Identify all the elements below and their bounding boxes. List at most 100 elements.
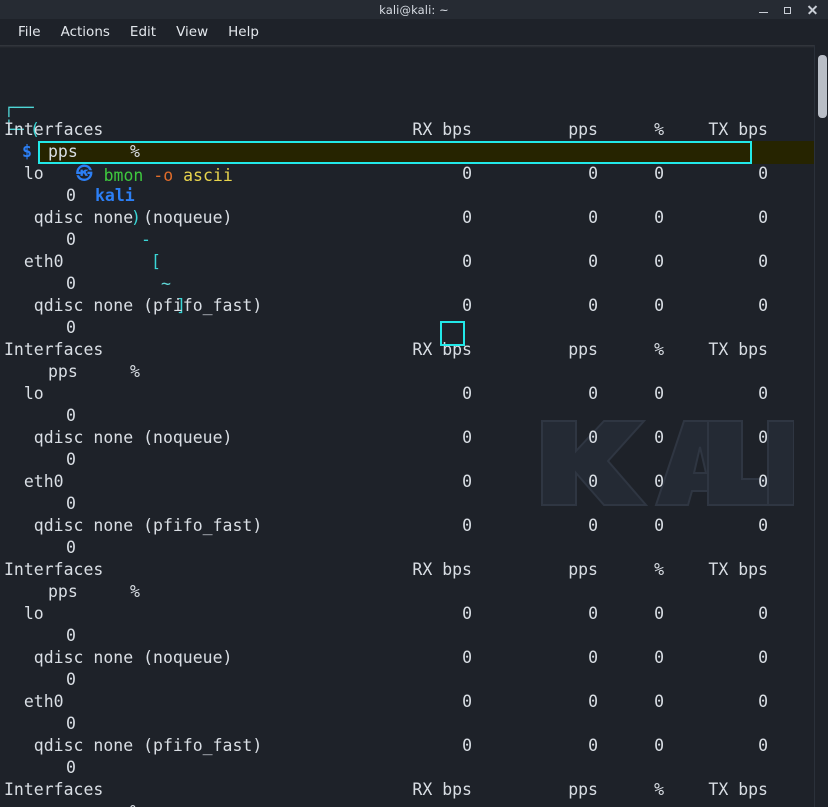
header-wrap-percent: % <box>130 582 140 601</box>
bmon-header-row: Interfaces RX bps pps% TX bps <box>0 119 828 141</box>
header-interfaces: Interfaces <box>4 340 104 359</box>
bmon-row-name: eth0 <box>4 472 64 491</box>
bmon-row-name: qdisc none (noqueue) <box>4 428 233 447</box>
bmon-row: qdisc none (pfifo_fast) 0 0 0 0 <box>0 735 828 757</box>
bmon-row-name: qdisc none (pfifo_fast) <box>4 516 263 535</box>
bmon-row: lo 0 0 0 0 <box>0 383 828 405</box>
bmon-row-wrap-pps: 0 <box>66 450 76 469</box>
bmon-header-wrap-row: pps% <box>0 801 828 807</box>
scrollbar-thumb[interactable] <box>818 55 827 118</box>
header-tx-bps: TX bps <box>708 560 768 579</box>
bmon-row-rx-bps: 0 <box>462 692 472 711</box>
header-tx-bps: TX bps <box>708 780 768 799</box>
bmon-row-rx-bps: 0 <box>462 472 472 491</box>
bmon-row: qdisc none (noqueue) 0 0 0 0 <box>0 207 828 229</box>
title-bar[interactable]: kali@kali: ~ <box>0 0 828 19</box>
bmon-row-wrap: 0 <box>0 625 828 647</box>
header-rx-bps: RX bps <box>412 780 472 799</box>
bmon-row-percent: 0 <box>654 296 664 315</box>
header-percent: % <box>654 780 664 799</box>
bmon-row-percent: 0 <box>654 736 664 755</box>
bmon-row-tx-bps: 0 <box>758 252 768 271</box>
menu-item-edit[interactable]: Edit <box>120 22 166 42</box>
header-pps: pps <box>568 340 598 359</box>
header-wrap-percent: % <box>130 362 140 381</box>
maximize-icon[interactable] <box>782 4 794 16</box>
bmon-row-wrap: 0 <box>0 405 828 427</box>
bmon-row-percent: 0 <box>654 472 664 491</box>
menu-item-help[interactable]: Help <box>218 22 269 42</box>
bmon-row-pps: 0 <box>588 384 598 403</box>
bmon-row-rx-bps: 0 <box>462 648 472 667</box>
menu-item-view[interactable]: View <box>166 22 218 42</box>
header-wrap-pps: pps <box>48 582 78 601</box>
bmon-row-percent: 0 <box>654 252 664 271</box>
bmon-row-wrap-pps: 0 <box>66 274 76 293</box>
terminal-screen[interactable]: ┌── ( kali ㉿ kali ) - [ ~ ] └─ $ bmon -o… <box>0 45 828 807</box>
bmon-header-wrap-row: pps% <box>0 581 828 603</box>
header-pps: pps <box>568 560 598 579</box>
terminal-scrollbar[interactable] <box>814 45 828 807</box>
bmon-row-wrap: 0 <box>0 229 828 251</box>
bmon-row-pps: 0 <box>588 692 598 711</box>
bmon-header-row: Interfaces RX bps pps% TX bps <box>0 559 828 581</box>
bmon-row-name: lo <box>4 384 44 403</box>
bmon-row: qdisc none (pfifo_fast) 0 0 0 0 <box>0 515 828 537</box>
command-input[interactable]: bmon -o ascii <box>44 141 233 185</box>
bmon-row-percent: 0 <box>654 604 664 623</box>
bmon-row-tx-bps: 0 <box>758 428 768 447</box>
bmon-row-pps: 0 <box>588 472 598 491</box>
prompt-line-path: ┌── ( kali ㉿ kali ) - [ ~ ] <box>0 75 828 315</box>
bmon-row-pps: 0 <box>588 428 598 447</box>
prompt-line-input: └─ $ <box>0 97 828 161</box>
bmon-row-pps: 0 <box>588 164 598 183</box>
bmon-row-tx-bps: 0 <box>758 164 768 183</box>
bmon-row-tx-bps: 0 <box>758 648 768 667</box>
window-controls <box>758 0 824 19</box>
command-binary: bmon <box>103 166 144 185</box>
bmon-row-rx-bps: 0 <box>462 428 472 447</box>
bmon-row-wrap-pps: 0 <box>66 670 76 689</box>
header-tx-bps: TX bps <box>708 120 768 139</box>
bmon-row-tx-bps: 0 <box>758 208 768 227</box>
bmon-row-tx-bps: 0 <box>758 472 768 491</box>
header-rx-bps: RX bps <box>412 120 472 139</box>
close-icon[interactable] <box>806 4 818 16</box>
header-percent: % <box>654 120 664 139</box>
bmon-row-rx-bps: 0 <box>462 604 472 623</box>
minimize-icon[interactable] <box>758 4 770 16</box>
bmon-row-pps: 0 <box>588 516 598 535</box>
bmon-row-percent: 0 <box>654 208 664 227</box>
header-percent: % <box>654 560 664 579</box>
bmon-row-pps: 0 <box>588 604 598 623</box>
bmon-row-percent: 0 <box>654 164 664 183</box>
bmon-row-wrap-pps: 0 <box>66 714 76 733</box>
menu-bar: File Actions Edit View Help <box>0 19 828 45</box>
command-argument: ascii <box>183 166 233 185</box>
bmon-row-percent: 0 <box>654 692 664 711</box>
bmon-row-wrap-pps: 0 <box>66 318 76 337</box>
bmon-row-pps: 0 <box>588 296 598 315</box>
bmon-row-wrap: 0 <box>0 449 828 471</box>
header-interfaces: Interfaces <box>4 120 104 139</box>
bmon-row-pps: 0 <box>588 648 598 667</box>
bmon-header-row: Interfaces RX bps pps% TX bps <box>0 339 828 361</box>
bmon-row-percent: 0 <box>654 428 664 447</box>
bmon-row-wrap-pps: 0 <box>66 758 76 777</box>
bmon-row-tx-bps: 0 <box>758 604 768 623</box>
bmon-row-name: qdisc none (pfifo_fast) <box>4 736 263 755</box>
bmon-header-wrap-row: pps% <box>0 361 828 383</box>
bmon-row-name: lo <box>4 164 44 183</box>
bmon-row-rx-bps: 0 <box>462 736 472 755</box>
menu-item-file[interactable]: File <box>8 22 51 42</box>
window-title: kali@kali: ~ <box>379 2 449 17</box>
bmon-row: eth0 0 0 0 0 <box>0 251 828 273</box>
bmon-row-name: eth0 <box>4 692 64 711</box>
bmon-row: eth0 0 0 0 0 <box>0 691 828 713</box>
menu-item-actions[interactable]: Actions <box>51 22 120 42</box>
bmon-row-percent: 0 <box>654 384 664 403</box>
bmon-row-rx-bps: 0 <box>462 516 472 535</box>
bmon-row-name: lo <box>4 604 44 623</box>
terminal-top-shadow <box>0 45 814 48</box>
bmon-row-wrap: 0 <box>0 669 828 691</box>
